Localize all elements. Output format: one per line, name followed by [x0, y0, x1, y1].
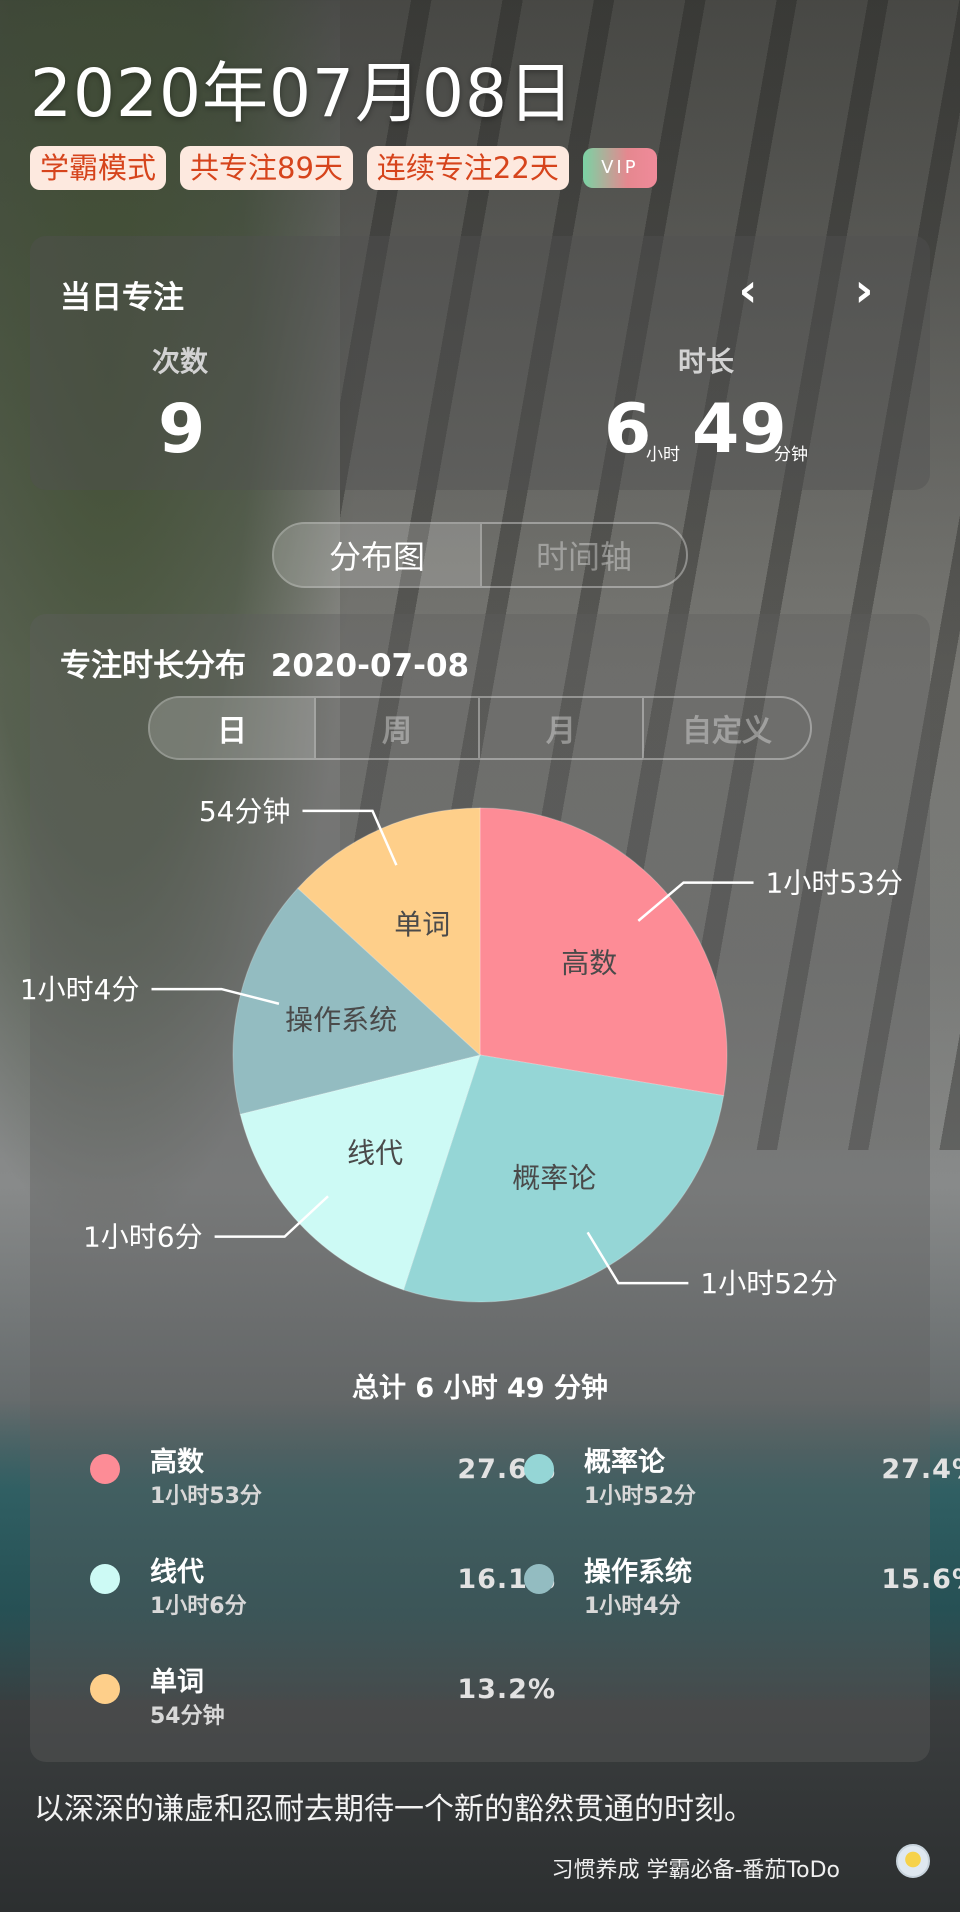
legend-name: 单词: [150, 1667, 204, 1698]
badge-streak[interactable]: 连续专注22天: [366, 146, 569, 190]
pie-value-label: 1小时4分: [20, 973, 140, 1006]
motivational-quote: 以深深的谦虚和忍耐去期待一个新的豁然贯通的时刻。: [34, 1792, 754, 1827]
tab-custom[interactable]: 自定义: [642, 698, 810, 758]
legend-time: 1小时6分: [150, 1594, 247, 1619]
date-title: 2020年07月08日: [30, 55, 575, 132]
duration-minutes-unit: 分钟: [774, 445, 808, 465]
tab-timeline[interactable]: 时间轴: [480, 524, 686, 586]
distribution-title: 专注时长分布 2020-07-08: [60, 640, 469, 685]
legend-item: 单词 54分钟 13.2%: [90, 1660, 555, 1740]
tab-distribution[interactable]: 分布图: [274, 524, 480, 586]
duration-label: 时长: [678, 345, 735, 378]
tab-week[interactable]: 周: [314, 698, 478, 758]
legend-item: 高数 1小时53分 27.6%: [90, 1440, 555, 1520]
legend-item: 概率论 1小时52分 27.4%: [524, 1440, 960, 1520]
app-logo-icon[interactable]: [896, 1844, 930, 1878]
legend-time: 1小时4分: [584, 1594, 681, 1619]
duration-minutes: 49: [692, 390, 787, 469]
duration-hours-unit: 小时: [646, 445, 680, 465]
legend-percent: 13.2%: [457, 1674, 556, 1705]
legend-name: 线代: [150, 1557, 204, 1588]
legend-item: 线代 1小时6分 16.1%: [90, 1550, 555, 1630]
chevron-right-icon[interactable]: ›: [844, 267, 884, 316]
legend-dot: [90, 1674, 120, 1704]
pie-slice-label: 高数: [561, 946, 617, 979]
distribution-date: 2020-07-08: [270, 648, 470, 684]
pie-slice-label: 概率论: [512, 1161, 596, 1194]
legend-percent: 27.4%: [881, 1454, 960, 1485]
legend-time: 1小时53分: [150, 1484, 262, 1509]
total-label: 总计 6 小时 49 分钟: [352, 1373, 608, 1404]
legend-percent: 15.6%: [881, 1564, 960, 1595]
pie-slice-label: 单词: [394, 908, 450, 941]
legend-item: 操作系统 1小时4分 15.6%: [524, 1550, 960, 1630]
legend-time: 54分钟: [150, 1704, 225, 1729]
daily-focus-title: 当日专注: [60, 280, 184, 316]
legend-dot: [524, 1564, 554, 1594]
legend-dot: [90, 1564, 120, 1594]
pie-value-label: 1小时6分: [83, 1221, 203, 1254]
legend-name: 概率论: [584, 1447, 665, 1478]
badge-total-days[interactable]: 共专注89天: [180, 146, 353, 190]
count-label: 次数: [152, 345, 209, 378]
count-value: 9: [158, 390, 206, 469]
pie-slice-label: 操作系统: [285, 1004, 397, 1037]
pie-slice-label: 线代: [347, 1137, 403, 1170]
duration-hours: 6: [604, 390, 652, 469]
app-brand: 习惯养成 学霸必备-番茄ToDo: [551, 1858, 841, 1883]
pie-value-label: 1小时53分: [766, 867, 903, 900]
period-toggle: 日 周 月 自定义: [148, 696, 812, 760]
tab-month[interactable]: 月: [478, 698, 642, 758]
distribution-title-text: 专注时长分布: [60, 648, 246, 684]
view-toggle: 分布图 时间轴: [272, 522, 688, 588]
pie-chart: 高数 1小时53分概率论 1小时52分 线代 1小时6分 操作系统 1小时4分 单词 54分钟: [20, 795, 903, 1303]
legend-time: 1小时52分: [584, 1484, 696, 1509]
legend-name: 操作系统: [584, 1557, 692, 1588]
vip-badge[interactable]: VIP: [582, 148, 657, 188]
tab-day[interactable]: 日: [150, 698, 314, 758]
pie-value-label: 54分钟: [199, 795, 291, 828]
badge-mode[interactable]: 学霸模式: [30, 146, 167, 190]
legend-dot: [90, 1454, 120, 1484]
chevron-left-icon[interactable]: ‹: [728, 267, 768, 316]
badge-row: 学霸模式 共专注89天 连续专注22天 VIP: [30, 146, 657, 190]
pie-value-label: 1小时52分: [700, 1267, 837, 1300]
legend-dot: [524, 1454, 554, 1484]
legend-name: 高数: [150, 1447, 204, 1478]
